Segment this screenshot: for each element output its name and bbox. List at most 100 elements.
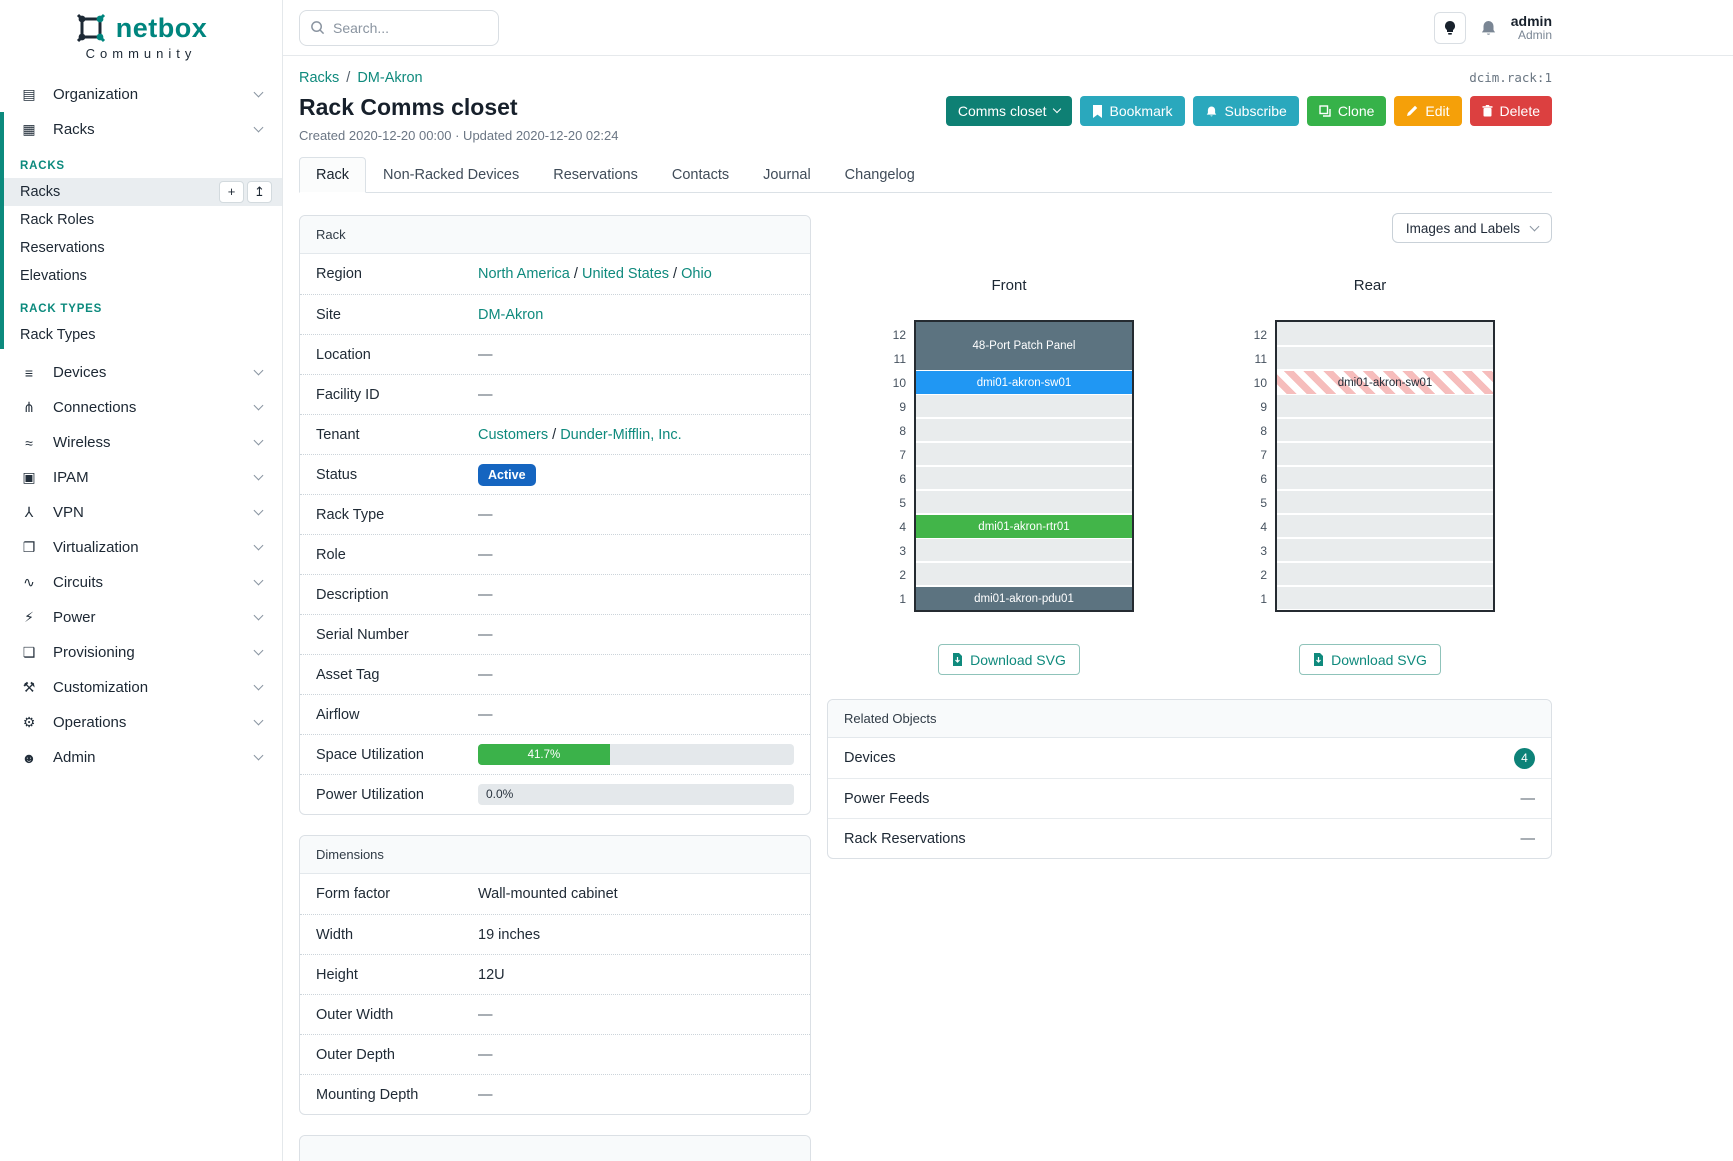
- attr-value: —: [478, 1047, 794, 1063]
- created-updated-meta: Created 2020-12-20 00:00 · Updated 2020-…: [299, 128, 618, 143]
- attr-link[interactable]: Ohio: [681, 266, 712, 282]
- sidebar-item-wireless[interactable]: ≈Wireless: [0, 425, 282, 460]
- rack-slot-empty[interactable]: [1277, 394, 1493, 418]
- bookmark-button[interactable]: Bookmark: [1080, 96, 1185, 126]
- breadcrumb-link[interactable]: DM-Akron: [357, 70, 422, 86]
- notifications-bell-icon[interactable]: [1480, 19, 1497, 37]
- sidebar-item-admin[interactable]: ☻Admin: [0, 740, 282, 775]
- tab-non-racked-devices[interactable]: Non-Racked Devices: [366, 157, 536, 193]
- attr-row: Role—: [300, 534, 810, 574]
- rack-slot-empty[interactable]: [916, 538, 1132, 562]
- download-svg-front-button[interactable]: Download SVG: [938, 644, 1080, 675]
- sidebar-item-racks[interactable]: Racks+↥: [4, 178, 282, 206]
- sidebar-item-organization[interactable]: ▤Organization: [0, 77, 282, 112]
- rack-device-dmi01-akron-pdu01[interactable]: dmi01-akron-pdu01: [916, 586, 1132, 610]
- rack-slot-empty[interactable]: [1277, 346, 1493, 370]
- theme-toggle-button[interactable]: [1434, 12, 1466, 44]
- status-badge: Active: [478, 464, 536, 486]
- related-object-row[interactable]: Devices4: [828, 738, 1551, 778]
- sidebar-item-virtualization[interactable]: ❐Virtualization: [0, 530, 282, 565]
- attr-row: Outer Depth—: [300, 1034, 810, 1074]
- sidebar-item-label: Connections: [53, 399, 136, 416]
- sidebar-item-circuits[interactable]: ∿Circuits: [0, 565, 282, 600]
- sidebar-nav: ▤Organization▦RacksRACKSRacks+↥Rack Role…: [0, 77, 282, 775]
- rack-device-48-port-patch-panel[interactable]: 48-Port Patch Panel: [916, 322, 1132, 370]
- related-object-row[interactable]: Rack Reservations—: [828, 818, 1551, 858]
- sidebar-item-elevations[interactable]: Elevations: [4, 262, 282, 290]
- rear-label: Rear: [1354, 277, 1387, 294]
- sidebar-item-racks[interactable]: ▦Racks: [4, 112, 282, 147]
- sidebar-item-devices[interactable]: ≡Devices: [0, 355, 282, 390]
- attr-link[interactable]: Dunder-Mifflin, Inc.: [560, 427, 681, 443]
- rack-device-dmi01-akron-rtr01[interactable]: dmi01-akron-rtr01: [916, 514, 1132, 538]
- sidebar-item-label: Elevations: [20, 268, 87, 284]
- unit-number: 10: [884, 371, 906, 395]
- user-menu[interactable]: admin Admin: [1511, 13, 1552, 43]
- attr-label: Location: [316, 347, 478, 363]
- attr-link[interactable]: DM-Akron: [478, 307, 543, 323]
- sidebar-item-provisioning[interactable]: ❏Provisioning: [0, 635, 282, 670]
- rack-slot-empty[interactable]: [1277, 466, 1493, 490]
- subscribe-button[interactable]: Subscribe: [1193, 96, 1299, 126]
- rack-slot-empty[interactable]: [916, 394, 1132, 418]
- search-box[interactable]: [299, 10, 499, 46]
- view-select-button[interactable]: Comms closet: [946, 96, 1072, 126]
- chevron-down-icon: [254, 436, 264, 446]
- sidebar-item-customization[interactable]: ⚒Customization: [0, 670, 282, 705]
- sidebar-item-connections[interactable]: ⋔Connections: [0, 390, 282, 425]
- images-labels-select[interactable]: Images and Labels: [1392, 213, 1552, 243]
- edit-button[interactable]: Edit: [1394, 96, 1461, 126]
- attr-link[interactable]: North America: [478, 266, 570, 282]
- sidebar-item-label: Racks: [53, 121, 95, 138]
- rack-slot-empty[interactable]: [1277, 562, 1493, 586]
- trash-icon: [1482, 105, 1493, 117]
- rack-slot-empty[interactable]: [916, 466, 1132, 490]
- sidebar-item-reservations[interactable]: Reservations: [4, 234, 282, 262]
- rear-elevation: Rear 121110987654321 dmi01-akron-sw01 Do…: [1234, 277, 1506, 675]
- tab-journal[interactable]: Journal: [746, 157, 828, 193]
- rack-slot-empty[interactable]: [1277, 490, 1493, 514]
- rack-device-dmi01-akron-sw01[interactable]: dmi01-akron-sw01: [916, 370, 1132, 394]
- sidebar-item-power[interactable]: ⚡Power: [0, 600, 282, 635]
- attr-link[interactable]: Customers: [478, 427, 548, 443]
- attr-row: Asset Tag—: [300, 654, 810, 694]
- clone-button[interactable]: Clone: [1307, 96, 1387, 126]
- chevron-down-icon: [254, 716, 264, 726]
- dimensions-panel: Dimensions Form factorWall-mounted cabin…: [299, 835, 811, 1115]
- progress-fill: 41.7%: [478, 744, 610, 765]
- sidebar-item-rack-roles[interactable]: Rack Roles: [4, 206, 282, 234]
- breadcrumb-link[interactable]: Racks: [299, 70, 339, 86]
- rack-slot-empty[interactable]: [916, 490, 1132, 514]
- rack-slot-empty[interactable]: [1277, 322, 1493, 346]
- delete-button[interactable]: Delete: [1470, 96, 1552, 126]
- tab-reservations[interactable]: Reservations: [536, 157, 655, 193]
- rack-slot-empty[interactable]: [1277, 514, 1493, 538]
- sidebar-item-rack-types[interactable]: Rack Types: [4, 321, 282, 349]
- rack-slot-empty[interactable]: [1277, 442, 1493, 466]
- rack-device-dmi01-akron-sw01[interactable]: dmi01-akron-sw01: [1277, 370, 1493, 394]
- add-button[interactable]: +: [219, 181, 244, 203]
- sidebar-item-label: Devices: [53, 364, 106, 381]
- brand-logo[interactable]: netbox Community: [0, 12, 282, 61]
- tab-contacts[interactable]: Contacts: [655, 157, 746, 193]
- tab-changelog[interactable]: Changelog: [828, 157, 932, 193]
- sidebar-item-vpn[interactable]: ⅄VPN: [0, 495, 282, 530]
- rack-slot-empty[interactable]: [1277, 586, 1493, 610]
- copy-icon: [1319, 105, 1331, 117]
- front-unit-numbers: 121110987654321: [884, 320, 906, 612]
- attr-label: Form factor: [316, 886, 478, 902]
- rack-slot-empty[interactable]: [916, 418, 1132, 442]
- download-svg-rear-button[interactable]: Download SVG: [1299, 644, 1441, 675]
- empty-dash: —: [1521, 791, 1536, 807]
- import-button[interactable]: ↥: [247, 181, 272, 203]
- rack-slot-empty[interactable]: [916, 442, 1132, 466]
- attr-link[interactable]: United States: [582, 266, 669, 282]
- related-object-row[interactable]: Power Feeds—: [828, 778, 1551, 818]
- search-input[interactable]: [333, 20, 473, 36]
- rack-slot-empty[interactable]: [1277, 538, 1493, 562]
- sidebar-item-operations[interactable]: ⚙Operations: [0, 705, 282, 740]
- tab-rack[interactable]: Rack: [299, 157, 366, 193]
- rack-slot-empty[interactable]: [1277, 418, 1493, 442]
- rack-slot-empty[interactable]: [916, 562, 1132, 586]
- sidebar-item-ipam[interactable]: ▣IPAM: [0, 460, 282, 495]
